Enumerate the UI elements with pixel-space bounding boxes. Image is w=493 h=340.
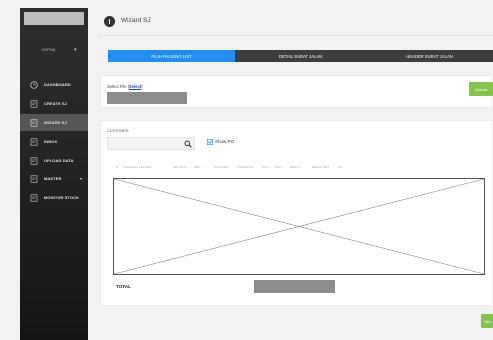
sidebar-item-label: CREATE SJ bbox=[44, 101, 68, 106]
sidebar-item-label: MONITOR STOCK bbox=[44, 195, 80, 200]
sidebar-item-inbox[interactable]: INBOX bbox=[20, 133, 88, 150]
show-po-label: Show PO bbox=[215, 139, 235, 144]
document-icon bbox=[30, 194, 38, 202]
table-header-cell: SECTION bbox=[173, 165, 188, 169]
chevron-down-icon: ▾ bbox=[80, 176, 83, 181]
user-menu[interactable]: HYPHA ▾ bbox=[20, 44, 88, 60]
table-header-cell: # bbox=[116, 165, 118, 169]
table-header-cell: KGU bbox=[275, 165, 282, 169]
chevron-down-icon: ▾ bbox=[74, 47, 77, 53]
sidebar-item-label: WIZARD SJ bbox=[44, 120, 67, 125]
page-title: Wizard SJ bbox=[121, 17, 151, 24]
tab-detail-surat-jalan[interactable]: DETAIL SURAT JALAN bbox=[235, 50, 366, 62]
sidebar-item-wizard-sj[interactable]: WIZARD SJ bbox=[20, 114, 88, 131]
table-header-cell: PAKLIING bbox=[214, 165, 229, 169]
table-header-cell: OC bbox=[338, 165, 343, 169]
search-icon[interactable] bbox=[184, 140, 192, 148]
table-header-cell: BERAT NET bbox=[312, 165, 330, 169]
header-divider bbox=[98, 35, 493, 36]
sidebar-item-label: MASTER bbox=[44, 176, 62, 181]
next-button[interactable]: Nex bbox=[481, 314, 493, 328]
document-icon bbox=[30, 157, 38, 165]
sidebar-item-dashboard[interactable]: DASHBOARD bbox=[20, 76, 88, 93]
customer-label: CUSTOMER bbox=[107, 129, 129, 133]
sidebar-item-monitor-stock[interactable]: MONITOR STOCK bbox=[20, 189, 88, 206]
document-icon bbox=[30, 138, 38, 146]
total-label: TOTAL bbox=[116, 284, 131, 289]
sidebar: HYPHA ▾ DASHBOARD CREATE SJ WIZARD SJ IN… bbox=[20, 8, 88, 340]
placeholder-cross-icon bbox=[114, 179, 484, 274]
sidebar-item-upload-data[interactable]: UPLOAD DATA bbox=[20, 152, 88, 169]
table-header-cell: RBD bbox=[194, 165, 201, 169]
info-icon bbox=[104, 16, 115, 27]
sidebar-item-label: INBOX bbox=[44, 139, 58, 144]
table-header-cell: FINISHING bbox=[237, 165, 254, 169]
tab-header-surat-jalan[interactable]: HEADER SURAT JALAN bbox=[366, 50, 493, 62]
select-file-label: Select File [Select] bbox=[107, 84, 143, 89]
table-header-cell: BERAT bbox=[290, 165, 301, 169]
table-header-cell: TANGGAL KELUAR bbox=[123, 165, 152, 169]
customer-input[interactable] bbox=[107, 137, 195, 150]
upload-button[interactable]: Upload bbox=[469, 82, 493, 96]
sidebar-item-label: UPLOAD DATA bbox=[44, 158, 74, 163]
table-header-cell: PCS bbox=[262, 165, 269, 169]
app-logo bbox=[24, 12, 84, 25]
dashboard-icon bbox=[30, 80, 38, 89]
select-file-link[interactable]: Select bbox=[129, 84, 141, 89]
sidebar-item-create-sj[interactable]: CREATE SJ bbox=[20, 95, 88, 112]
tab-pilih-packing-list[interactable]: PILIH PACKING LIST bbox=[108, 50, 235, 62]
show-po-checkbox[interactable] bbox=[207, 139, 213, 145]
user-name: HYPHA bbox=[42, 48, 56, 52]
document-icon bbox=[30, 175, 38, 183]
file-name-field[interactable] bbox=[107, 92, 187, 104]
document-icon bbox=[30, 100, 38, 108]
total-value-field bbox=[254, 280, 335, 293]
sidebar-item-master[interactable]: MASTER ▾ bbox=[20, 170, 88, 187]
sidebar-item-label: DASHBOARD bbox=[44, 82, 71, 87]
table-placeholder bbox=[113, 178, 485, 275]
document-icon bbox=[30, 119, 38, 127]
